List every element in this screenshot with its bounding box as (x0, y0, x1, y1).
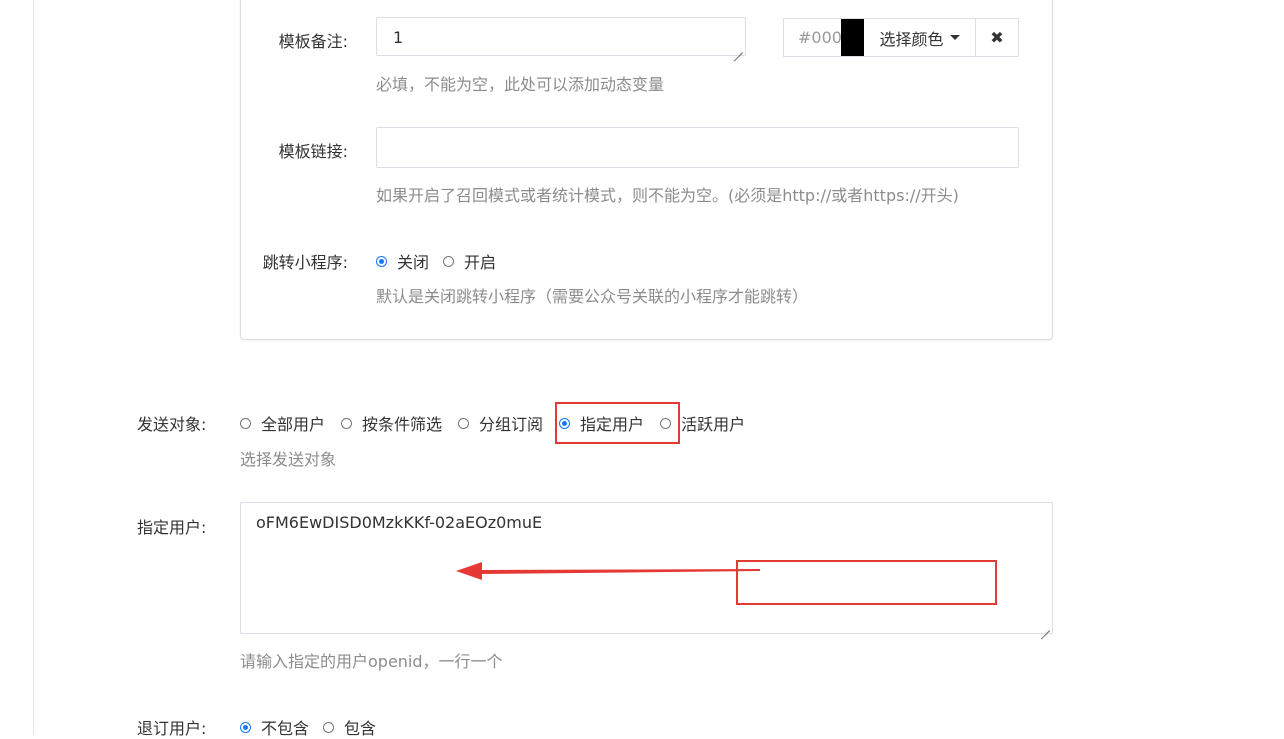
miniprogram-radio-group: 关闭 开启 (376, 249, 510, 273)
color-picker[interactable]: #000000 选择颜色 ✖ (783, 18, 1019, 57)
radio-label: 全部用户 (261, 415, 326, 434)
send-target-radio-group-subscribe[interactable]: 分组订阅 (458, 411, 543, 435)
clear-color-button[interactable]: ✖ (976, 19, 1018, 56)
send-target-help: 选择发送对象 (240, 450, 337, 469)
radio-unchecked-icon (323, 721, 335, 733)
radio-unchecked-icon (458, 417, 470, 429)
remark-value: 1 (393, 28, 404, 47)
radio-label: 活跃用户 (681, 415, 746, 434)
send-target-radio-group: 全部用户 按条件筛选 分组订阅 指定用户 活跃用户 (240, 411, 759, 435)
remark-help: 必填，不能为空，此处可以添加动态变量 (376, 75, 665, 94)
choose-color-button[interactable]: 选择颜色 (864, 19, 976, 56)
send-target-label: 发送对象: (137, 415, 207, 434)
radio-label: 开启 (464, 253, 497, 272)
link-help: 如果开启了召回模式或者统计模式，则不能为空。(必须是http://或者https… (376, 186, 959, 205)
remark-label: 模板备注: (278, 32, 348, 51)
unsubscribed-label: 退订用户: (137, 719, 207, 738)
annotation-box (736, 560, 997, 605)
miniprogram-radio-on[interactable]: 开启 (443, 249, 496, 273)
specified-users-value: oFM6EwDISD0MzkKKf-02aEOz0muE (256, 513, 543, 532)
radio-label: 分组订阅 (479, 415, 544, 434)
unsubscribed-radio-group: 不包含 包含 (240, 715, 390, 739)
link-label: 模板链接: (278, 142, 348, 161)
miniprogram-label: 跳转小程序: (262, 253, 348, 272)
send-target-radio-all[interactable]: 全部用户 (240, 411, 325, 435)
unsubscribed-radio-include[interactable]: 包含 (323, 715, 376, 739)
annotation-highlight-box (555, 402, 680, 444)
remark-textarea[interactable]: 1 (376, 17, 746, 56)
close-icon: ✖ (990, 28, 1004, 47)
annotation-arrow (456, 562, 760, 580)
radio-unchecked-icon (341, 417, 353, 429)
radio-label: 包含 (344, 719, 377, 738)
color-hex-input[interactable]: #000000 (784, 19, 841, 56)
left-border (33, 0, 34, 735)
miniprogram-radio-off[interactable]: 关闭 (376, 249, 429, 273)
radio-label: 不包含 (261, 719, 310, 738)
resize-handle-icon[interactable] (733, 43, 743, 53)
radio-checked-icon (376, 255, 387, 267)
radio-unchecked-icon (443, 255, 455, 267)
resize-handle-icon[interactable] (1040, 621, 1050, 631)
radio-unchecked-icon (240, 417, 251, 429)
specified-users-label: 指定用户: (137, 518, 207, 537)
choose-color-label: 选择颜色 (879, 29, 944, 49)
radio-label: 按条件筛选 (362, 415, 443, 434)
caret-down-icon (949, 35, 960, 40)
send-target-radio-filter[interactable]: 按条件筛选 (341, 411, 442, 435)
radio-label: 关闭 (397, 253, 430, 272)
specified-users-help: 请输入指定的用户openid，一行一个 (240, 652, 503, 671)
link-input[interactable] (376, 127, 1019, 168)
miniprogram-help: 默认是关闭跳转小程序（需要公众号关联的小程序才能跳转） (376, 287, 809, 306)
color-swatch (841, 19, 864, 56)
radio-checked-icon (240, 721, 251, 733)
unsubscribed-radio-exclude[interactable]: 不包含 (240, 715, 309, 739)
